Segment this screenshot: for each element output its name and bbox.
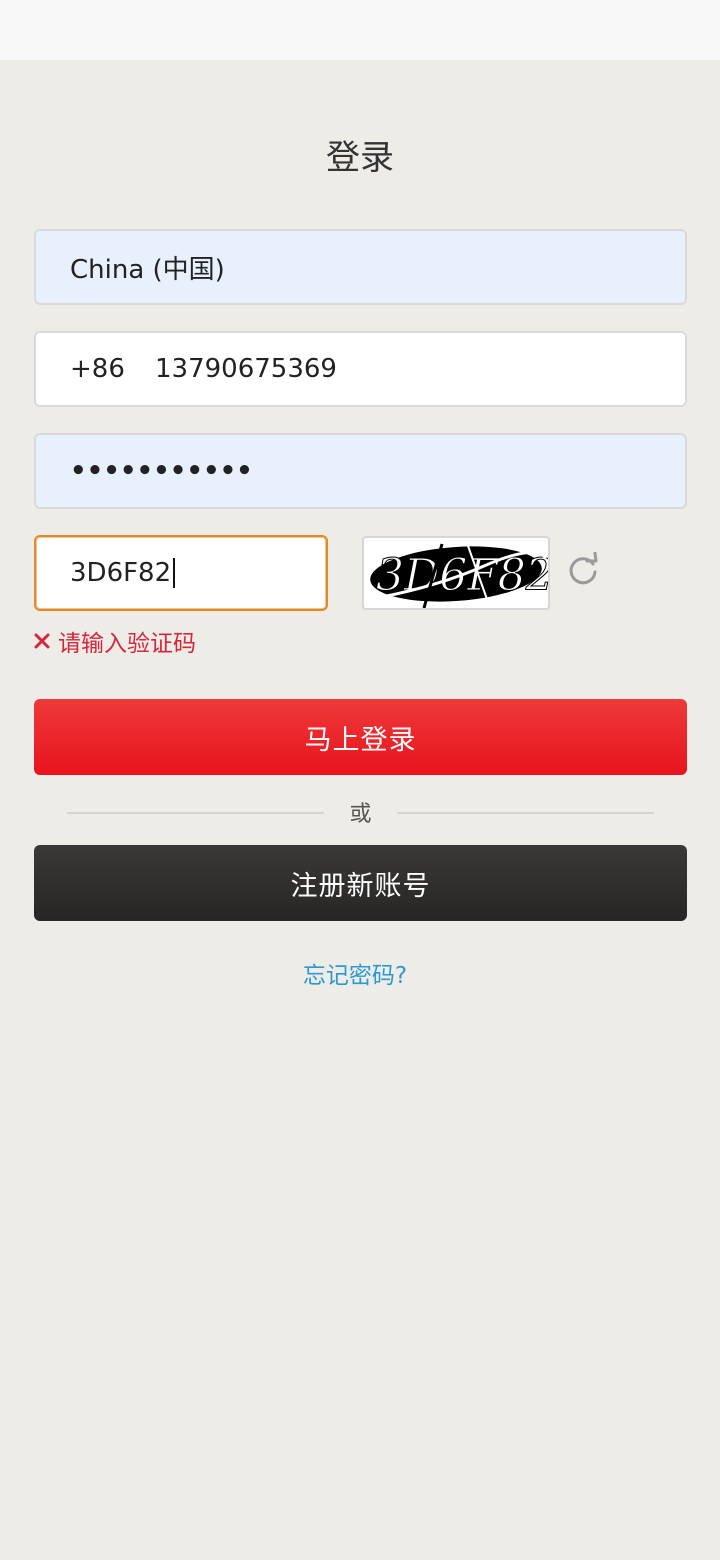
close-icon [34, 633, 50, 649]
phone-field[interactable]: +86 13790675369 [34, 331, 687, 407]
login-button[interactable]: 马上登录 [34, 699, 687, 775]
captcha-graphic: 3D6F82 [365, 543, 548, 608]
login-page: 登录 China (中国) +86 13790675369 ••••••••••… [0, 60, 720, 1560]
password-value: ••••••••••• [70, 456, 253, 486]
refresh-captcha-button[interactable] [563, 550, 603, 590]
or-label: 或 [349, 802, 372, 827]
or-divider: 或 [67, 796, 654, 828]
captcha-image[interactable]: 3D6F82 [362, 536, 550, 610]
country-value: China (中国) [70, 254, 225, 285]
password-field[interactable]: ••••••••••• [34, 433, 687, 509]
country-select[interactable]: China (中国) [34, 229, 687, 305]
captcha-input-value: 3D6F82 [70, 558, 172, 588]
status-bar [0, 0, 720, 60]
captcha-input[interactable]: 3D6F82 [34, 535, 328, 611]
captcha-error: 请输入验证码 [34, 625, 196, 657]
register-button[interactable]: 注册新账号 [34, 845, 687, 921]
text-caret [173, 558, 176, 588]
divider-line-right [397, 812, 654, 814]
captcha-error-text: 请输入验证码 [58, 631, 196, 657]
phone-value: 13790675369 [155, 354, 337, 384]
divider-line-left [67, 812, 324, 814]
phone-prefix: +86 [70, 354, 125, 384]
page-title: 登录 [326, 138, 394, 178]
forgot-password-link[interactable]: 忘记密码? [0, 956, 710, 990]
refresh-icon [569, 552, 598, 585]
